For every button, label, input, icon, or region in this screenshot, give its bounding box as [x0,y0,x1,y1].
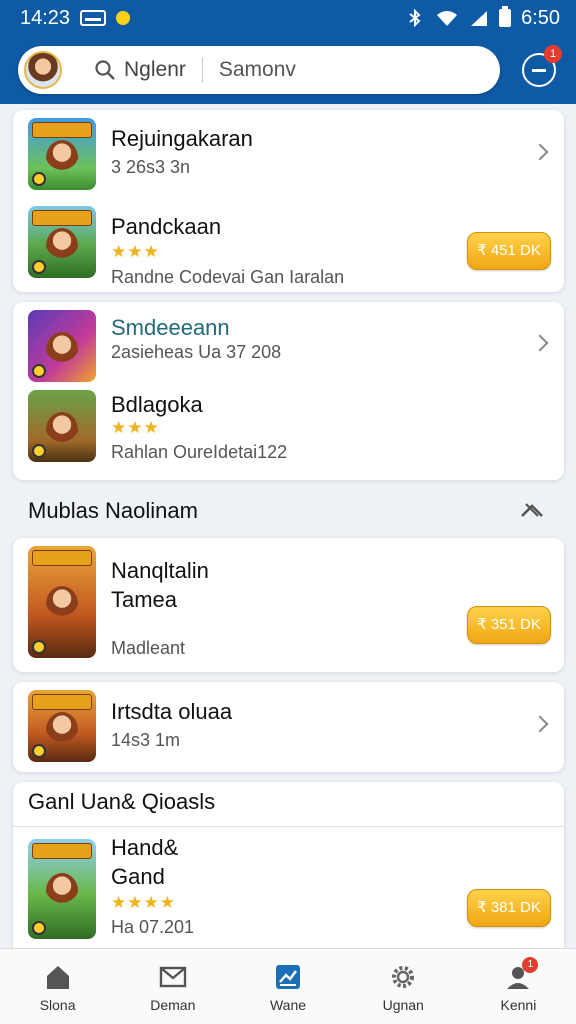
search-bar[interactable]: Nglenr Samonv [18,46,500,94]
game-card-4[interactable]: Irtsdta oluaa 14s3 1m [13,682,564,772]
collapse-icon[interactable] [520,498,544,522]
game-subtitle: 2asieheas Ua 37 208 [111,342,282,362]
game-thumbnail [28,310,96,382]
game-subtitle: 3 26s3 3n [111,157,191,177]
nav-label: Kenni [500,997,537,1013]
search-icon [95,60,115,80]
game-card-3[interactable]: Nanqltalin Tamea Madleant ₹ 351 DK [13,538,564,672]
nav-item-profile[interactable]: 1 Kenni [461,949,576,1024]
chevron-right-icon[interactable] [531,143,549,161]
notification-dot-icon [116,11,131,25]
search-scope[interactable]: Samonv [219,58,296,82]
chevron-right-icon[interactable] [531,715,549,733]
list-item[interactable]: Rejuingakaran 3 26s3 3n [13,110,564,200]
star-rating: ★★★★ [111,893,176,912]
game-title: Hand& [111,835,179,860]
status-clock-right: 6:50 [521,6,560,29]
game-subtitle: Madleant [111,638,186,658]
bottom-navigation: Slona Deman Wane Ugnan 1 Kenni [0,948,576,1024]
chevron-right-icon[interactable] [531,334,549,352]
nav-item-chart[interactable]: Wane [230,949,345,1024]
game-thumbnail [28,390,96,462]
profile-icon: 1 [504,957,539,991]
signal-icon [471,11,488,26]
game-thumbnail [28,546,96,658]
notification-bell-icon [532,69,546,72]
game-subtitle: Rahlan OureIdetai122 [111,442,288,462]
list-item[interactable]: Hand& Gand ★★★★ Ha 07.201 ₹ 381 DK [13,827,564,948]
bluetooth-icon [409,9,421,27]
home-icon [46,966,69,989]
game-card-5: Ganl Uan& Qioasls Hand& Gand ★★★★ Ha 07.… [13,782,564,948]
chart-icon [276,965,300,989]
gallery-notification-icon [80,10,107,26]
list-item[interactable]: Smdeeeann 2asieheas Ua 37 208 [13,302,564,390]
game-title: Nanqltalin [111,558,209,583]
nav-item-mail[interactable]: Deman [115,949,230,1024]
notifications-button[interactable]: 1 [522,45,562,87]
search-divider [201,57,203,83]
game-subtitle: Ha 07.201 [111,917,195,937]
nav-item-home[interactable]: Slona [0,949,115,1024]
game-title: Smdeeeann [111,315,230,340]
game-card-1: Rejuingakaran 3 26s3 3n Pandckaan ★★★ Ra… [13,110,564,292]
game-thumbnail [28,118,96,190]
game-thumbnail [28,206,96,278]
nav-label: Slona [39,997,76,1013]
section-title: Ganl Uan& Qioasls [28,789,216,814]
gear-icon [392,966,415,988]
status-bar: 14:23 6:50 [0,0,576,36]
top-bar: Nglenr Samonv 1 [0,36,576,104]
game-title-line2: Tamea [111,587,178,612]
nav-label: Ugnan [382,997,424,1013]
list-item[interactable]: Bdlagoka ★★★ Rahlan OureIdetai122 [13,388,564,480]
list-item[interactable]: Pandckaan ★★★ Randne Codevai Gan Iaralan… [13,200,564,292]
profile-badge: 1 [522,957,539,973]
game-subtitle: 14s3 1m [111,730,181,750]
wifi-icon [437,11,458,26]
notification-badge: 1 [544,45,562,63]
nav-item-settings[interactable]: Ugnan [346,949,461,1024]
game-thumbnail [28,839,96,939]
price-button[interactable]: ₹ 381 DK [467,889,551,927]
game-card-2: Smdeeeann 2asieheas Ua 37 208 Bdlagoka ★… [13,302,564,480]
status-time: 14:23 [20,6,71,29]
battery-icon [499,6,512,27]
game-title: Pandckaan [111,214,222,239]
game-title: Irtsdta oluaa [111,699,233,724]
mail-icon [159,966,186,988]
nav-label: Deman [150,997,196,1013]
price-button[interactable]: ₹ 351 DK [467,606,551,644]
price-button[interactable]: ₹ 451 DK [467,232,551,270]
game-title: Rejuingakaran [111,126,253,151]
avatar[interactable] [24,51,62,89]
game-subtitle: Randne Codevai Gan Iaralan [111,267,345,287]
game-title: Bdlagoka [111,392,203,417]
nav-label: Wane [269,997,307,1013]
search-input[interactable]: Nglenr [124,58,186,82]
star-rating: ★★★ [111,242,160,261]
star-rating: ★★★ [111,418,160,437]
game-title-line2: Gand [111,864,165,889]
game-thumbnail [28,690,96,762]
section-title: Mublas Naolinam [28,498,198,523]
